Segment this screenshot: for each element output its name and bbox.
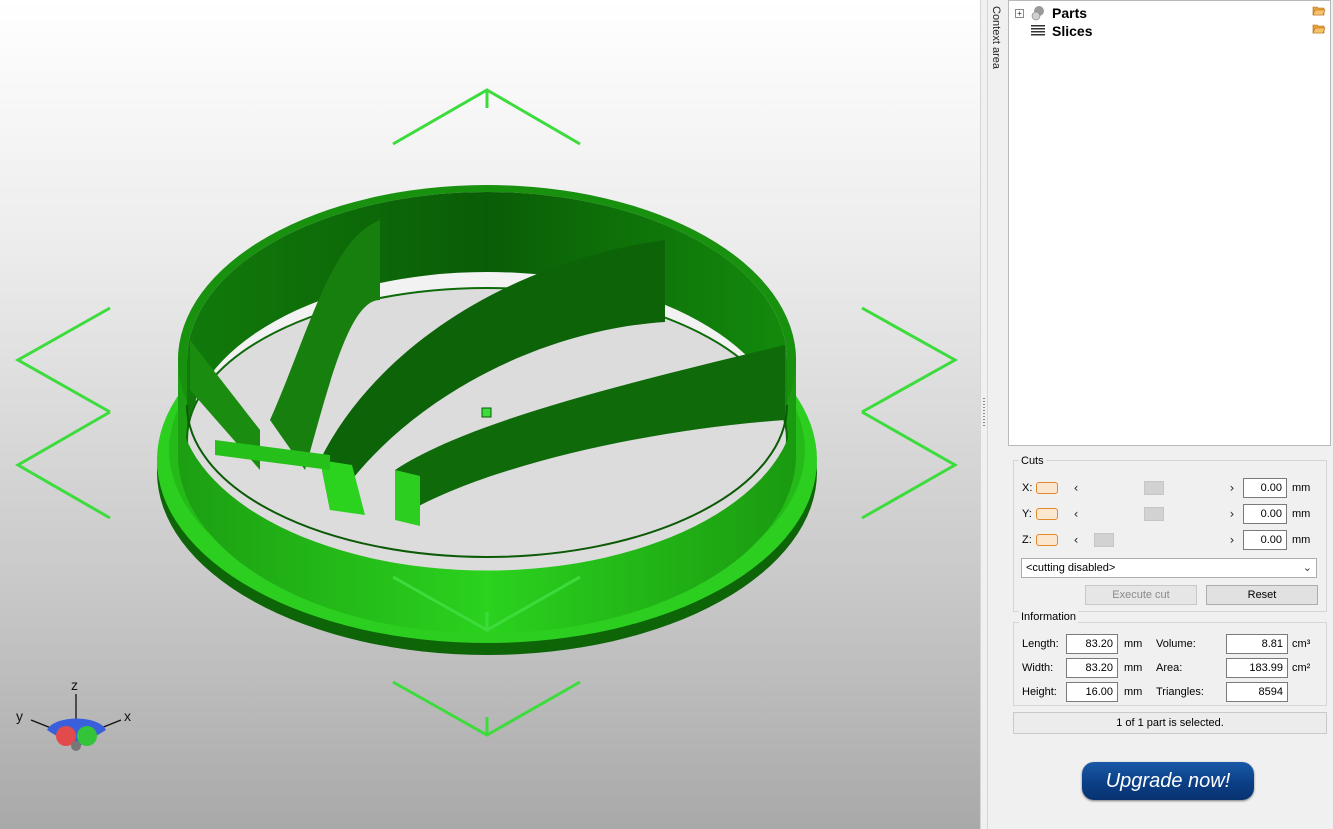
pivot-handle[interactable] — [481, 407, 492, 418]
information-title: Information — [1019, 611, 1079, 623]
axis-label: Z: — [1022, 534, 1032, 546]
axis-toggle-button[interactable] — [1036, 508, 1058, 520]
3d-viewport[interactable]: z x y — [0, 0, 980, 829]
spheres-icon — [1031, 6, 1044, 21]
slider-thumb[interactable] — [1094, 533, 1114, 547]
upgrade-button[interactable]: Upgrade now! — [1082, 762, 1254, 800]
cut-slider[interactable] — [1082, 505, 1226, 523]
area-unit: cm² — [1292, 662, 1311, 674]
expand-icon[interactable]: + — [1015, 8, 1024, 18]
cut-row-z: Z: ‹ › 0.00 mm — [1022, 530, 1311, 550]
unit-label: mm — [1292, 508, 1311, 520]
splitter-grip[interactable] — [983, 398, 985, 428]
chevron-right-icon[interactable]: › — [1226, 507, 1238, 521]
axis-label: Y: — [1022, 508, 1032, 520]
axis-x-label: x — [124, 708, 131, 724]
height-field: 16.00 — [1066, 682, 1118, 702]
reset-button[interactable]: Reset — [1206, 585, 1318, 605]
tree-item-parts[interactable]: + Parts — [1015, 4, 1087, 22]
unit-label: mm — [1292, 534, 1311, 546]
layers-icon — [1031, 25, 1045, 36]
tree-label-slices: Slices — [1052, 23, 1093, 39]
volume-unit: cm³ — [1292, 638, 1311, 650]
area-field: 183.99 — [1226, 658, 1288, 678]
chevron-left-icon[interactable]: ‹ — [1070, 481, 1082, 495]
axis-toggle-button[interactable] — [1036, 482, 1058, 494]
parts-tree[interactable]: + Parts Slices — [1008, 0, 1331, 446]
context-area-label: Context area — [990, 6, 1002, 69]
open-folder-icon[interactable] — [1312, 4, 1326, 16]
slider-thumb[interactable] — [1144, 481, 1164, 495]
axis-label: X: — [1022, 482, 1033, 494]
cut-slider[interactable] — [1082, 479, 1226, 497]
area-label: Area: — [1156, 662, 1183, 674]
axis-gizmo — [30, 694, 122, 751]
width-unit: mm — [1124, 662, 1143, 674]
chevron-right-icon[interactable]: › — [1226, 481, 1238, 495]
length-label: Length: — [1022, 638, 1059, 650]
chevron-right-icon[interactable]: › — [1226, 533, 1238, 547]
cut-value-field[interactable]: 0.00 — [1243, 530, 1287, 550]
cut-value-field[interactable]: 0.00 — [1243, 478, 1287, 498]
cut-slider[interactable] — [1082, 531, 1226, 549]
triangles-field: 8594 — [1226, 682, 1288, 702]
cut-mode-dropdown[interactable]: <cutting disabled> ⌄ — [1021, 558, 1317, 578]
selection-status: 1 of 1 part is selected. — [1013, 712, 1327, 734]
cut-value-field[interactable]: 0.00 — [1243, 504, 1287, 524]
properties-panel: Cuts X: ‹ › 0.00 mm Y: ‹ › 0.00 mm Z: ‹ … — [1008, 446, 1333, 829]
cut-row-x: X: ‹ › 0.00 mm — [1022, 478, 1311, 498]
width-field: 83.20 — [1066, 658, 1118, 678]
info-row-height-triangles: Height: 16.00 mm Triangles: 8594 — [1022, 682, 1322, 702]
panel-splitter[interactable] — [980, 0, 988, 829]
height-label: Height: — [1022, 686, 1057, 698]
tree-item-slices[interactable]: Slices — [1015, 22, 1092, 40]
cuts-title: Cuts — [1019, 455, 1046, 467]
unit-label: mm — [1292, 482, 1311, 494]
info-row-width-area: Width: 83.20 mm Area: 183.99 cm² — [1022, 658, 1322, 678]
info-row-length-volume: Length: 83.20 mm Volume: 8.81 cm³ — [1022, 634, 1322, 654]
axis-z-label: z — [71, 677, 78, 693]
scene: z x y — [14, 88, 959, 751]
width-label: Width: — [1022, 662, 1054, 674]
open-folder-icon[interactable] — [1312, 22, 1326, 34]
cut-mode-value: <cutting disabled> — [1026, 562, 1116, 574]
height-unit: mm — [1124, 686, 1143, 698]
axis-toggle-button[interactable] — [1036, 534, 1058, 546]
execute-cut-button[interactable]: Execute cut — [1085, 585, 1197, 605]
chevron-left-icon[interactable]: ‹ — [1070, 533, 1082, 547]
volume-field: 8.81 — [1226, 634, 1288, 654]
axis-y-label: y — [16, 708, 23, 724]
triangles-label: Triangles: — [1156, 686, 1204, 698]
tree-label-parts: Parts — [1052, 5, 1088, 21]
chevron-down-icon: ⌄ — [1302, 561, 1312, 574]
slider-thumb[interactable] — [1144, 507, 1164, 521]
length-unit: mm — [1124, 638, 1143, 650]
cut-row-y: Y: ‹ › 0.00 mm — [1022, 504, 1311, 524]
length-field: 83.20 — [1066, 634, 1118, 654]
chevron-left-icon[interactable]: ‹ — [1070, 507, 1082, 521]
volume-label: Volume: — [1156, 638, 1196, 650]
context-area-tab[interactable]: Context area — [988, 0, 1008, 829]
